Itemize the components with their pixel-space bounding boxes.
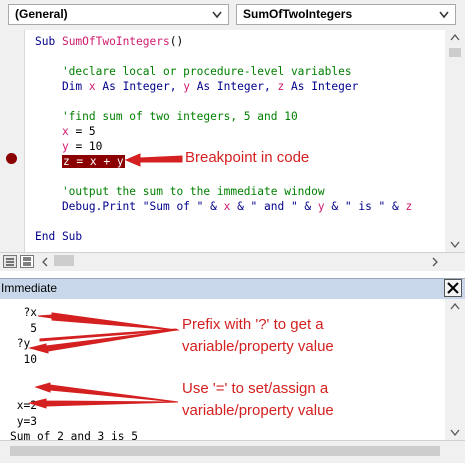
code-line[interactable]: z = x + y <box>35 155 125 169</box>
immediate-line: 10 <box>10 352 37 366</box>
prefix-annotation-line2: variable/property value <box>182 338 334 355</box>
assign-annotation-line1: Use '=' to set/assign a <box>182 380 329 397</box>
code-vertical-scrollbar[interactable] <box>445 30 465 252</box>
code-token: As Integer, <box>95 80 184 93</box>
procedure-view-icon[interactable] <box>3 255 17 268</box>
full-module-view-icon[interactable] <box>20 255 34 268</box>
code-line[interactable]: Sub SumOfTwoIntegers() <box>35 35 183 49</box>
code-line[interactable]: y = 10 <box>35 140 102 154</box>
code-line[interactable]: x = 5 <box>35 125 96 139</box>
assign-annotation-line2: variable/property value <box>182 402 334 419</box>
code-token: SumOfTwoIntegers <box>61 35 170 48</box>
code-token: & " and " & <box>230 200 318 213</box>
procedure-dropdown[interactable]: SumOfTwoIntegers <box>236 4 456 25</box>
immediate-close-button[interactable] <box>444 279 462 297</box>
code-token: x <box>88 80 96 93</box>
code-token: 'find sum of two integers, 5 and 10 <box>35 110 298 123</box>
scroll-thumb[interactable] <box>10 446 440 456</box>
code-token: Sub <box>35 35 62 48</box>
code-token: End Sub <box>35 230 83 243</box>
code-token: z <box>405 200 413 213</box>
code-window-toolbar: (General) SumOfTwoIntegers <box>0 0 465 31</box>
chevron-down-icon <box>212 11 222 19</box>
code-token: y <box>317 200 325 213</box>
immediate-line: ?y <box>10 337 31 350</box>
code-token: () <box>169 35 184 48</box>
code-token: x <box>61 125 69 138</box>
code-token: 'output the sum to the immediate window <box>35 185 325 198</box>
immediate-title-bar[interactable]: Immediate <box>0 278 465 300</box>
code-token: = 10 <box>68 140 103 153</box>
margin-indicator-bar[interactable] <box>0 30 25 252</box>
scroll-thumb[interactable] <box>54 255 74 266</box>
code-line[interactable]: End Sub <box>35 230 82 244</box>
code-token: & " is " & <box>324 200 406 213</box>
immediate-vertical-scrollbar[interactable] <box>445 299 465 440</box>
code-token: z = x + y <box>61 155 125 168</box>
immediate-title: Immediate <box>1 281 58 295</box>
code-token: Dim <box>35 80 89 93</box>
scroll-arrows-icon <box>449 33 461 249</box>
immediate-line: y=3 <box>10 414 37 428</box>
scroll-arrows-icon <box>450 302 460 437</box>
code-token: 'declare local or procedure-level variab… <box>35 65 352 78</box>
breakpoint-annotation: Breakpoint in code <box>185 149 310 166</box>
prefix-annotation-line1: Prefix with '?' to get a <box>182 316 324 333</box>
scroll-left-icon[interactable] <box>40 256 50 268</box>
code-line[interactable]: 'output the sum to the immediate window <box>35 185 325 199</box>
code-token: y <box>183 80 190 93</box>
object-dropdown[interactable]: (General) <box>8 4 229 25</box>
immediate-line: 5 <box>10 321 37 335</box>
code-token: As Integer <box>284 80 359 93</box>
code-line[interactable]: 'declare local or procedure-level variab… <box>35 65 352 79</box>
code-token: y <box>61 140 69 153</box>
code-token: = 5 <box>68 125 96 138</box>
chevron-down-icon <box>439 11 449 19</box>
code-line[interactable]: Debug.Print "Sum of " & x & " and " & y … <box>35 200 412 214</box>
object-dropdown-value: (General) <box>15 7 68 21</box>
code-editor[interactable]: Sub SumOfTwoIntegers() 'declare local or… <box>25 30 445 252</box>
immediate-line: x=2 <box>10 399 37 412</box>
breakpoint-icon[interactable] <box>6 153 17 164</box>
code-token: As Integer, <box>189 80 278 93</box>
procedure-dropdown-value: SumOfTwoIntegers <box>243 7 353 21</box>
code-line[interactable]: Dim x As Integer, y As Integer, z As Int… <box>35 80 358 94</box>
immediate-line: ?x <box>10 306 37 319</box>
code-line[interactable]: 'find sum of two integers, 5 and 10 <box>35 110 298 124</box>
close-icon <box>447 282 459 294</box>
code-token: Debug.Print "Sum of " & <box>35 200 224 213</box>
scroll-right-icon[interactable] <box>430 256 440 268</box>
